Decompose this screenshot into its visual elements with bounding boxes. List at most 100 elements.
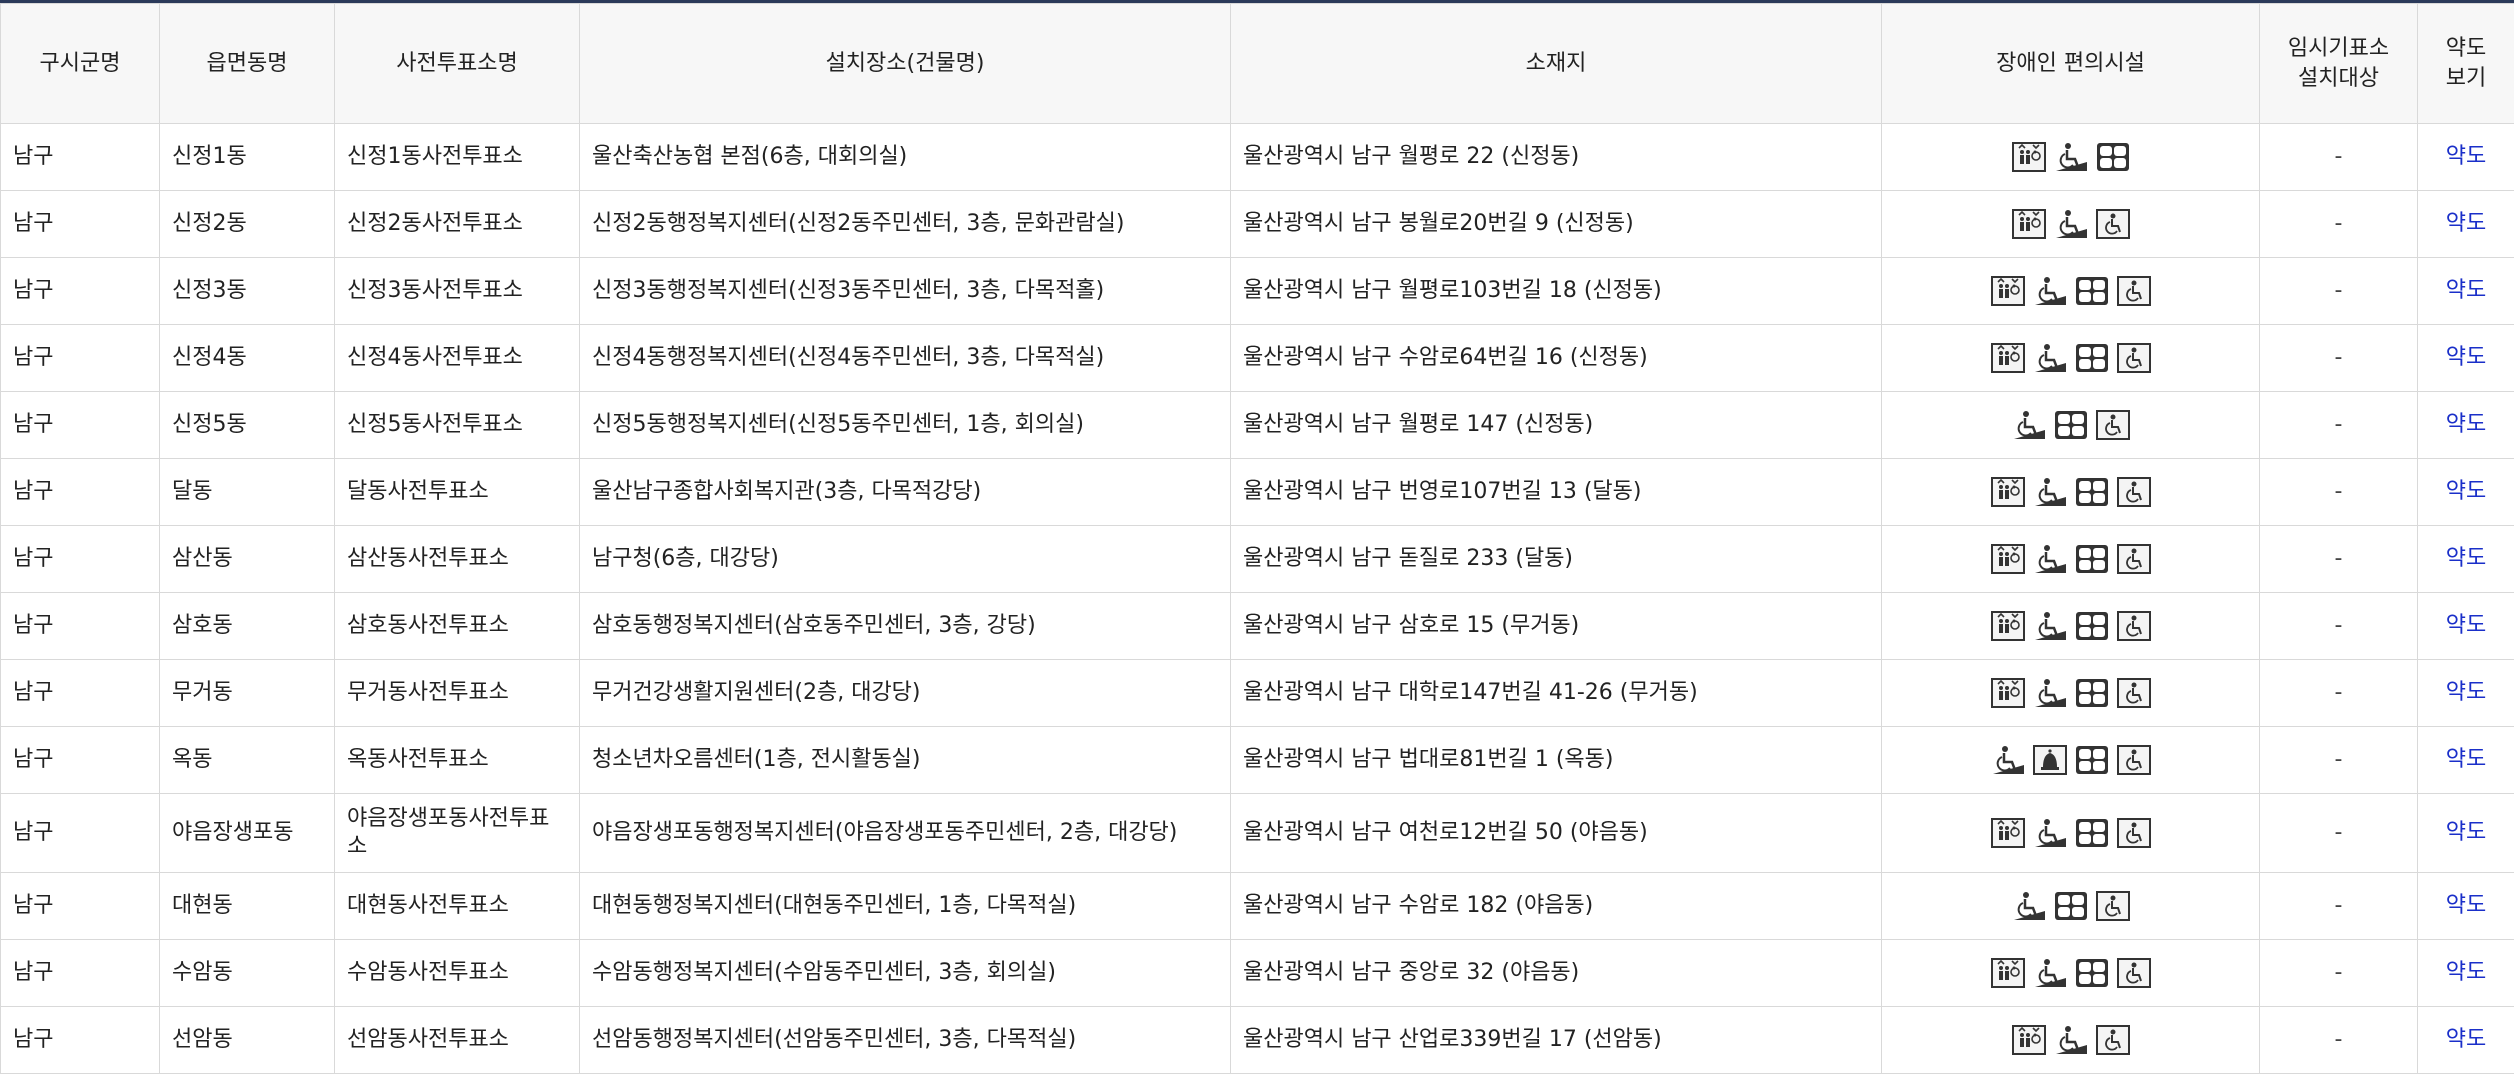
cell-place: 울산축산농협 본점(6층, 대회의실) [579, 123, 1231, 191]
accessibility-icons [1989, 743, 2153, 777]
accessibility-icons [2010, 1023, 2132, 1057]
ramp-icon [2010, 889, 2048, 923]
header-map-line1: 약도 [2445, 35, 2487, 61]
accessibility-icons [1989, 274, 2153, 308]
cell-station: 삼호동사전투표소 [334, 592, 580, 660]
cell-address: 울산광역시 남구 산업로339번길 17 (선암동) [1230, 1006, 1882, 1074]
elevator-icon [1989, 274, 2027, 308]
map-link[interactable]: 약도 [2446, 1027, 2486, 1052]
elevator-icon [1989, 609, 2027, 643]
map-link[interactable]: 약도 [2446, 546, 2486, 571]
elevator-icon [1989, 475, 2027, 509]
accessible-parking-icon [2115, 743, 2153, 777]
map-link[interactable]: 약도 [2446, 680, 2486, 705]
table-row: 남구 수암동 수암동사전투표소 수암동행정복지센터(수암동주민센터, 3층, 회의실)… [0, 939, 2514, 1007]
cell-map: 약도 [2417, 1006, 2514, 1074]
elevator-icon [1989, 542, 2027, 576]
accessible-parking-icon [2115, 542, 2153, 576]
cell-temp-booth: - [2259, 939, 2418, 1007]
cell-accessibility [1881, 592, 2260, 660]
table-row: 남구 신정2동 신정2동사전투표소 신정2동행정복지센터(신정2동주민센터, 3층, … [0, 190, 2514, 258]
map-link[interactable]: 약도 [2446, 747, 2486, 772]
ramp-icon [2031, 542, 2069, 576]
cell-station: 신정4동사전투표소 [334, 324, 580, 392]
cell-accessibility [1881, 525, 2260, 593]
cell-address: 울산광역시 남구 번영로107번길 13 (달동) [1230, 458, 1882, 526]
map-link[interactable]: 약도 [2446, 820, 2486, 845]
cell-station: 대현동사전투표소 [334, 872, 580, 940]
cell-gu: 남구 [0, 939, 160, 1007]
cell-gu: 남구 [0, 324, 160, 392]
accessibility-icons [2010, 207, 2132, 241]
cell-temp-booth: - [2259, 525, 2418, 593]
call-bell-icon [2031, 743, 2069, 777]
map-link[interactable]: 약도 [2446, 144, 2486, 169]
table-row: 남구 삼산동 삼산동사전투표소 남구청(6층, 대강당) 울산광역시 남구 돋질로 23… [0, 525, 2514, 593]
cell-temp-booth: - [2259, 872, 2418, 940]
polling-station-table: 구시군명 읍면동명 사전투표소명 설치장소(건물명) 소재지 장애인 편의시설 … [0, 3, 2514, 1074]
cell-dong: 대현동 [159, 872, 335, 940]
cell-station: 수암동사전투표소 [334, 939, 580, 1007]
map-link[interactable]: 약도 [2446, 893, 2486, 918]
accessibility-icons [2010, 140, 2132, 174]
map-link[interactable]: 약도 [2446, 278, 2486, 303]
table-row: 남구 신정1동 신정1동사전투표소 울산축산농협 본점(6층, 대회의실) 울산광역시 … [0, 123, 2514, 191]
cell-accessibility [1881, 257, 2260, 325]
header-station: 사전투표소명 [334, 3, 580, 124]
accessibility-icons [1989, 609, 2153, 643]
cell-address: 울산광역시 남구 월평로 22 (신정동) [1230, 123, 1882, 191]
cell-dong: 수암동 [159, 939, 335, 1007]
accessible-toilet-icon [2073, 475, 2111, 509]
cell-temp-booth: - [2259, 1006, 2418, 1074]
cell-gu: 남구 [0, 1006, 160, 1074]
elevator-icon [1989, 816, 2027, 850]
header-address: 소재지 [1230, 3, 1882, 124]
cell-gu: 남구 [0, 190, 160, 258]
table-row: 남구 달동 달동사전투표소 울산남구종합사회복지관(3층, 다목적강당) 울산광역시 남… [0, 458, 2514, 526]
cell-place: 대현동행정복지센터(대현동주민센터, 1층, 다목적실) [579, 872, 1231, 940]
cell-accessibility [1881, 190, 2260, 258]
cell-gu: 남구 [0, 257, 160, 325]
header-map: 약도 보기 [2417, 3, 2514, 124]
cell-temp-booth: - [2259, 257, 2418, 325]
cell-dong: 달동 [159, 458, 335, 526]
cell-accessibility [1881, 726, 2260, 794]
header-temp-booth-line1: 임시기표소 [2287, 35, 2390, 61]
table-row: 남구 선암동 선암동사전투표소 선암동행정복지센터(선암동주민센터, 3층, 다목적실… [0, 1006, 2514, 1074]
cell-station: 야음장생포동사전투표소 [334, 793, 580, 873]
accessible-toilet-icon [2073, 274, 2111, 308]
map-link[interactable]: 약도 [2446, 479, 2486, 504]
cell-place: 선암동행정복지센터(선암동주민센터, 3층, 다목적실) [579, 1006, 1231, 1074]
cell-gu: 남구 [0, 592, 160, 660]
polling-station-table-container: 구시군명 읍면동명 사전투표소명 설치장소(건물명) 소재지 장애인 편의시설 … [0, 0, 2514, 1080]
ramp-icon [1989, 743, 2027, 777]
map-link[interactable]: 약도 [2446, 960, 2486, 985]
map-link[interactable]: 약도 [2446, 613, 2486, 638]
map-link[interactable]: 약도 [2446, 345, 2486, 370]
header-map-line2: 보기 [2445, 65, 2487, 91]
cell-map: 약도 [2417, 939, 2514, 1007]
cell-place: 무거건강생활지원센터(2층, 대강당) [579, 659, 1231, 727]
accessible-parking-icon [2094, 889, 2132, 923]
cell-map: 약도 [2417, 190, 2514, 258]
table-row: 남구 옥동 옥동사전투표소 청소년차오름센터(1층, 전시활동실) 울산광역시 남구 법… [0, 726, 2514, 794]
map-link[interactable]: 약도 [2446, 412, 2486, 437]
cell-map: 약도 [2417, 592, 2514, 660]
cell-gu: 남구 [0, 872, 160, 940]
elevator-icon [2010, 1023, 2048, 1057]
cell-map: 약도 [2417, 324, 2514, 392]
elevator-icon [1989, 341, 2027, 375]
table-row: 남구 삼호동 삼호동사전투표소 삼호동행정복지센터(삼호동주민센터, 3층, 강당) 울… [0, 592, 2514, 660]
accessibility-icons [1989, 475, 2153, 509]
cell-map: 약도 [2417, 123, 2514, 191]
cell-dong: 선암동 [159, 1006, 335, 1074]
header-place: 설치장소(건물명) [579, 3, 1231, 124]
ramp-icon [2052, 207, 2090, 241]
cell-address: 울산광역시 남구 돋질로 233 (달동) [1230, 525, 1882, 593]
map-link[interactable]: 약도 [2446, 211, 2486, 236]
cell-station: 달동사전투표소 [334, 458, 580, 526]
accessible-parking-icon [2115, 816, 2153, 850]
cell-gu: 남구 [0, 525, 160, 593]
cell-gu: 남구 [0, 391, 160, 459]
accessible-parking-icon [2094, 1023, 2132, 1057]
